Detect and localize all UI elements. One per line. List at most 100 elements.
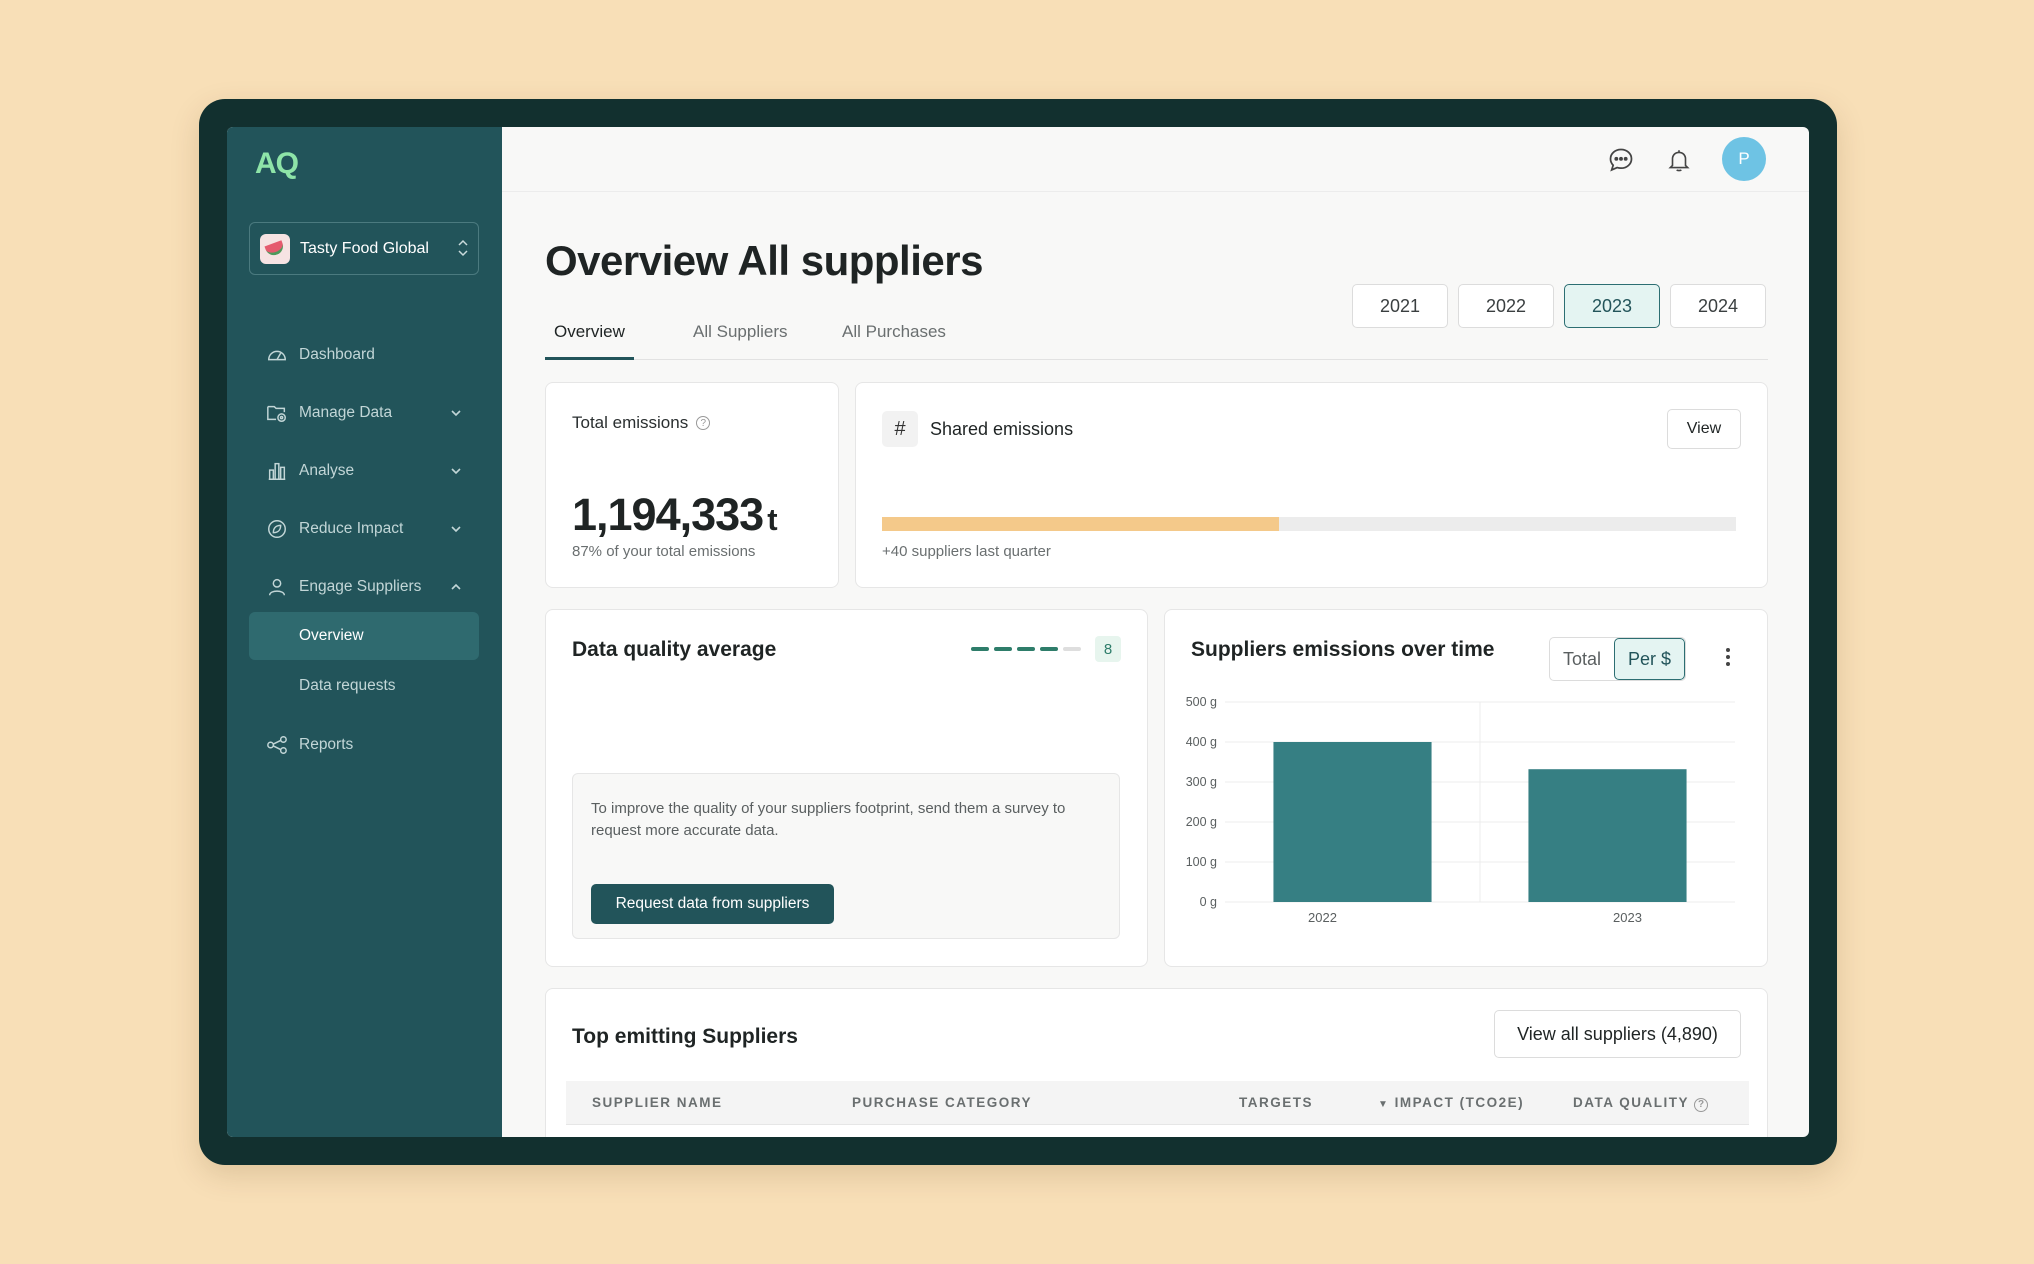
col-impact: IMPACT (TCO2E) <box>1394 1095 1525 1110</box>
chevron-up-icon <box>451 583 461 590</box>
year-button-2024[interactable]: 2024 <box>1670 284 1766 328</box>
chevron-down-icon <box>451 526 461 533</box>
sidebar-item-reduce-impact[interactable]: Reduce Impact <box>249 504 479 554</box>
toggle-total[interactable]: Total <box>1550 638 1614 680</box>
data-quality-tip-text: To improve the quality of your suppliers… <box>591 800 1066 839</box>
chat-icon[interactable] <box>1606 145 1636 175</box>
total-emissions-header: Total emissions ? <box>572 413 711 433</box>
org-switcher[interactable]: Tasty Food Global <box>249 222 479 275</box>
quality-dash <box>1040 647 1058 651</box>
quality-dash <box>1063 647 1081 651</box>
leaf-icon <box>265 517 289 541</box>
toggle-per-dollar[interactable]: Per $ <box>1614 638 1686 680</box>
total-emissions-sub: 87% of your total emissions <box>572 543 756 560</box>
shared-emissions-progress-fill <box>882 517 1280 531</box>
sidebar-item-reports[interactable]: Reports <box>249 720 479 770</box>
sidebar-nav: Dashboard Manage Data Analyse Reduce Imp… <box>249 330 479 778</box>
y-tick-label: 400 g <box>1186 735 1217 749</box>
total-emissions-unit: t <box>767 502 777 537</box>
sidebar: AQ Tasty Food Global Dashboard Manage Da… <box>227 127 502 1137</box>
sidebar-item-analyse[interactable]: Analyse <box>249 446 479 496</box>
col-data-quality-header[interactable]: DATA QUALITY ? <box>1573 1095 1709 1112</box>
chevron-down-icon <box>451 410 461 417</box>
quality-dash <box>994 647 1012 651</box>
bar-2023 <box>1528 769 1687 902</box>
user-icon <box>265 575 289 599</box>
sidebar-item-label: Dashboard <box>299 346 375 363</box>
y-tick-label: 100 g <box>1186 855 1217 869</box>
emissions-bar-chart: 0 g 100 g 200 g 300 g 400 g 500 g 2022 2023 <box>1186 695 1735 925</box>
page-title: Overview All suppliers <box>545 237 983 284</box>
sidebar-subitem-data-requests[interactable]: Data requests <box>249 662 479 710</box>
sidebar-subitem-overview[interactable]: Overview <box>249 612 479 660</box>
sidebar-item-label: Analyse <box>299 462 355 479</box>
data-quality-meter <box>971 647 1081 651</box>
total-emissions-label: Total emissions <box>572 413 689 432</box>
sidebar-item-engage-suppliers[interactable]: Engage Suppliers <box>249 562 479 612</box>
year-selector: 2021 2022 2023 2024 <box>1352 284 1766 328</box>
shared-emissions-card: # Shared emissions View +40 suppliers la… <box>855 382 1768 588</box>
quality-dash <box>971 647 989 651</box>
view-all-suppliers-button[interactable]: View all suppliers (4,890) <box>1494 1010 1741 1058</box>
col-impact-header[interactable]: ▼ IMPACT (TCO2E) <box>1378 1095 1524 1110</box>
tab-all-suppliers[interactable]: All Suppliers <box>684 322 797 360</box>
quality-dash <box>1017 647 1035 651</box>
bar-chart-icon <box>265 459 289 483</box>
data-quality-score-badge: 8 <box>1095 636 1121 662</box>
app-screen: AQ Tasty Food Global Dashboard Manage Da… <box>227 127 1809 1137</box>
col-supplier-name[interactable]: SUPPLIER NAME <box>592 1095 723 1110</box>
app-logo[interactable]: AQ <box>255 147 299 181</box>
y-tick-label: 200 g <box>1186 815 1217 829</box>
shared-emissions-label: Shared emissions <box>930 419 1074 439</box>
help-icon[interactable]: ? <box>1694 1097 1709 1112</box>
sidebar-item-label: Reports <box>299 736 354 753</box>
org-name: Tasty Food Global <box>300 239 429 257</box>
tab-all-purchases[interactable]: All Purchases <box>833 322 955 360</box>
data-quality-title: Data quality average <box>572 638 777 661</box>
bar-2022 <box>1273 742 1432 902</box>
chevron-down-icon <box>451 468 461 475</box>
view-shared-emissions-button[interactable]: View <box>1667 409 1741 449</box>
bell-icon[interactable] <box>1664 145 1694 175</box>
shared-emissions-progress <box>882 517 1736 531</box>
share-nodes-icon <box>265 733 289 757</box>
sidebar-item-label: Manage Data <box>299 404 393 421</box>
data-quality-card: Data quality average 8 To improve the qu… <box>545 609 1148 967</box>
total-emissions-value-wrap: 1,194,333 t <box>572 489 778 541</box>
top-suppliers-title: Top emitting Suppliers <box>572 1025 798 1048</box>
table-header: SUPPLIER NAME PURCHASE CATEGORY TARGETS … <box>566 1081 1749 1125</box>
shared-emissions-sub: +40 suppliers last quarter <box>882 543 1051 560</box>
sidebar-item-label: Engage Suppliers <box>299 578 422 595</box>
col-targets[interactable]: TARGETS <box>1239 1095 1313 1110</box>
user-avatar[interactable]: P <box>1722 137 1766 181</box>
top-suppliers-card: Top emitting Suppliers View all supplier… <box>545 988 1768 1137</box>
total-emissions-value: 1,194,333 <box>572 489 764 540</box>
y-tick-label: 300 g <box>1186 775 1217 789</box>
y-tick-label: 500 g <box>1186 695 1217 709</box>
main-content: P Overview All suppliers Overview All Su… <box>502 127 1809 1137</box>
request-data-button[interactable]: Request data from suppliers <box>591 884 834 924</box>
col-data-quality: DATA QUALITY <box>1573 1095 1689 1110</box>
help-icon[interactable]: ? <box>696 416 711 430</box>
year-button-2022[interactable]: 2022 <box>1458 284 1554 328</box>
updown-chevron-icon <box>458 239 468 258</box>
more-options-icon[interactable] <box>1725 648 1731 666</box>
sidebar-item-manage-data[interactable]: Manage Data <box>249 388 479 438</box>
data-quality-tip-box: To improve the quality of your suppliers… <box>572 773 1120 939</box>
year-button-2021[interactable]: 2021 <box>1352 284 1448 328</box>
tab-overview[interactable]: Overview <box>545 322 634 360</box>
total-emissions-card: Total emissions ? 1,194,333 t 87% of your… <box>545 382 839 588</box>
sort-desc-icon: ▼ <box>1378 1099 1390 1110</box>
x-tick-label: 2022 <box>1308 910 1337 925</box>
org-avatar-icon <box>260 233 290 264</box>
top-bar: P <box>502 127 1809 192</box>
emissions-chart-title: Suppliers emissions over time <box>1191 638 1495 661</box>
total-per-dollar-toggle: Total Per $ <box>1549 637 1687 681</box>
sidebar-item-dashboard[interactable]: Dashboard <box>249 330 479 380</box>
device-frame: AQ Tasty Food Global Dashboard Manage Da… <box>199 99 1837 1165</box>
x-tick-label: 2023 <box>1613 910 1642 925</box>
col-purchase-category[interactable]: PURCHASE CATEGORY <box>852 1095 1032 1110</box>
folder-gear-icon <box>265 401 289 425</box>
year-button-2023[interactable]: 2023 <box>1564 284 1660 328</box>
gauge-icon <box>265 343 289 367</box>
